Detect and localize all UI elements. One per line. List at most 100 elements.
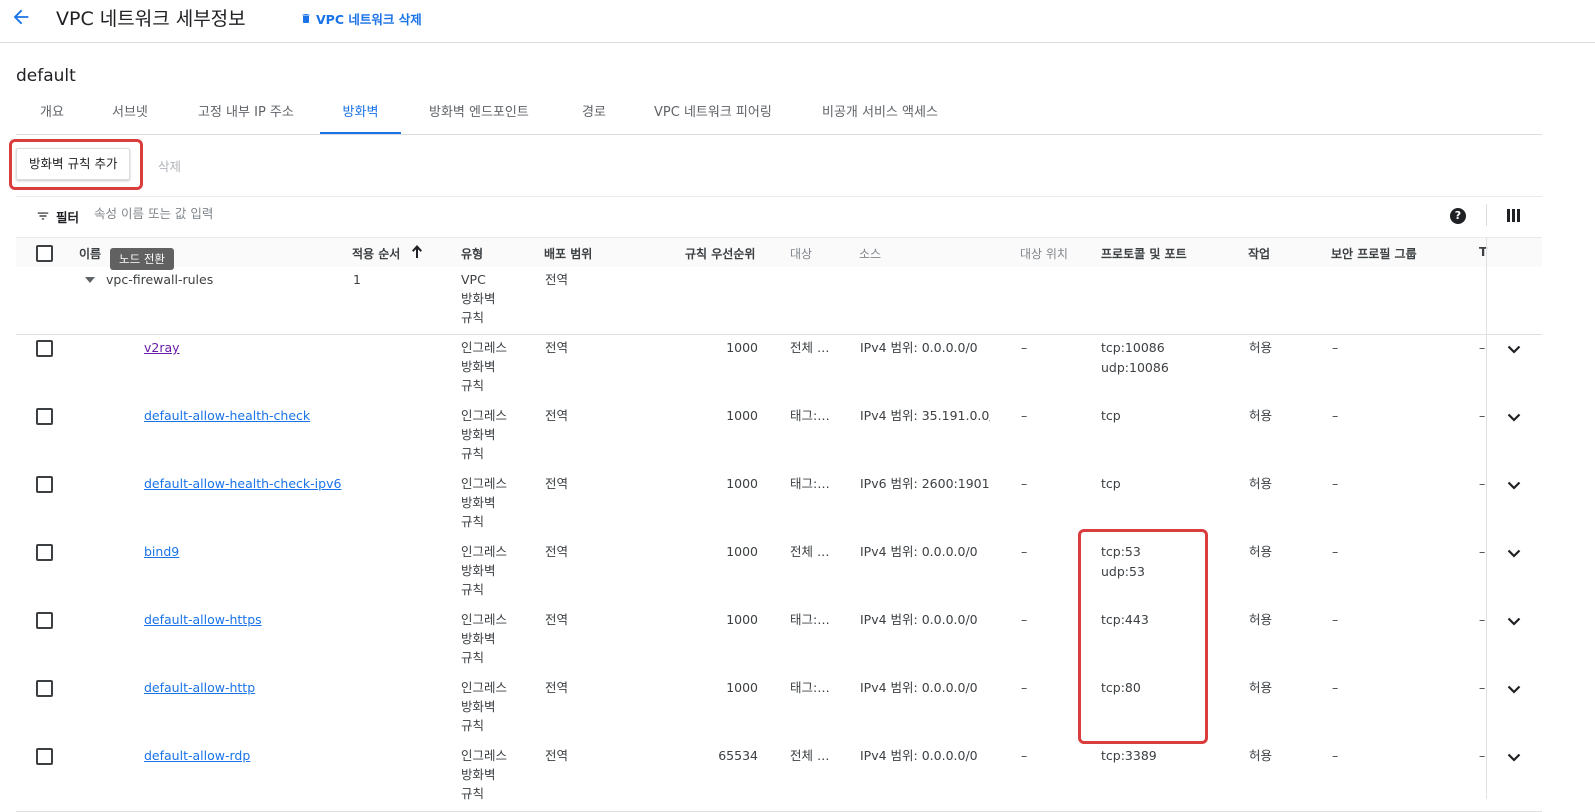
table-row[interactable]: default-allow-rdp 인그레스 방화벽 규칙 전역 65534 전체 … I… [16, 743, 1542, 812]
expand-row-chevron-icon[interactable] [1507, 412, 1521, 424]
rule-name-link[interactable]: default-allow-rdp [144, 746, 250, 765]
column-header-target[interactable]: 대상 [790, 245, 812, 262]
rule-name-link[interactable]: default-allow-http [144, 678, 255, 697]
column-header-priority[interactable]: 규칙 우선순위 [685, 245, 755, 262]
column-header-source[interactable]: 소스 [859, 245, 881, 262]
rule-scope: 전역 [545, 476, 569, 491]
help-icon[interactable]: ? [1450, 208, 1466, 224]
tab-firewall[interactable]: 방화벽 [320, 100, 401, 134]
table-row[interactable]: default-allow-http 인그레스 방화벽 규칙 전역 1000 태그:… I… [16, 675, 1542, 744]
rule-destination: – [1021, 544, 1028, 559]
row-checkbox[interactable] [36, 408, 53, 425]
row-checkbox[interactable] [36, 476, 53, 493]
column-header-protocols[interactable]: 프로토콜 및 포트 [1101, 245, 1187, 262]
rule-source: IPv6 범위: 2600:1901:8001::/48 [860, 476, 990, 491]
column-header-destination[interactable]: 대상 위치 [1020, 245, 1068, 262]
rule-destination: – [1021, 476, 1028, 491]
collapse-caret-icon[interactable] [84, 276, 96, 284]
table-row[interactable]: default-allow-https 인그레스 방화벽 규칙 전역 1000 태그:…… [16, 607, 1542, 676]
row-checkbox[interactable] [36, 680, 53, 697]
rule-action: 허용 [1249, 680, 1273, 695]
column-header-type[interactable]: 유형 [461, 245, 483, 262]
rule-name-link[interactable]: default-allow-https [144, 610, 262, 629]
back-arrow-icon[interactable] [10, 6, 32, 28]
row-checkbox[interactable] [36, 612, 53, 629]
rule-protocol: udp:10086 [1101, 360, 1169, 375]
rule-action: 허용 [1249, 544, 1273, 559]
rule-destination: – [1021, 680, 1028, 695]
row-checkbox[interactable] [36, 340, 53, 357]
add-firewall-rule-button[interactable]: 방화벽 규칙 추가 [16, 148, 131, 180]
sort-ascending-icon[interactable] [411, 244, 423, 259]
rule-scope: 전역 [545, 544, 569, 559]
delete-vpc-button[interactable]: VPC 네트워크 삭제 [300, 9, 422, 28]
expand-row-chevron-icon[interactable] [1507, 684, 1521, 696]
rule-type: 인그레스 방화벽 규칙 [461, 476, 508, 529]
table-row[interactable]: default-allow-health-check 인그레스 방화벽 규칙 전역 1… [16, 403, 1542, 472]
filter-label: 필터 [56, 210, 80, 225]
row-checkbox[interactable] [36, 748, 53, 765]
rule-name-link[interactable]: v2ray [144, 338, 180, 357]
rule-scope: 전역 [545, 340, 569, 355]
rule-priority: 1000 [726, 340, 758, 355]
rule-type: 인그레스 방화벽 규칙 [461, 612, 508, 665]
rule-protocol: udp:53 [1101, 564, 1145, 579]
tab-overview[interactable]: 개요 [36, 100, 68, 132]
divider [1486, 238, 1487, 799]
rule-security-profile-group: – [1332, 408, 1339, 423]
page-header: VPC 네트워크 세부정보 VPC 네트워크 삭제 [0, 0, 1595, 43]
rule-priority: 1000 [726, 476, 758, 491]
rule-protocol: tcp [1101, 476, 1121, 491]
column-header-security-profile-group[interactable]: 보안 프로필 그룹 [1331, 245, 1417, 262]
table-row[interactable]: default-allow-health-check-ipv6 인그레스 방화벽 … [16, 471, 1542, 540]
row-checkbox[interactable] [36, 544, 53, 561]
table-row[interactable]: bind9 인그레스 방화벽 규칙 전역 1000 전체 … IPv4 범위: 0.0.0… [16, 539, 1542, 608]
rule-target: 전체 … [790, 340, 830, 355]
rule-protocol: tcp:80 [1101, 680, 1141, 695]
tab-bar: 개요 서브넷 고정 내부 IP 주소 방화벽 방화벽 엔드포인트 경로 VPC … [16, 100, 1542, 135]
rule-target: 태그:… [790, 680, 830, 695]
filter-input[interactable] [94, 204, 494, 223]
tab-firewall-endpoints[interactable]: 방화벽 엔드포인트 [425, 100, 533, 132]
rule-target: 태그:… [790, 476, 830, 491]
column-display-icon[interactable] [1507, 209, 1520, 222]
rule-name-link[interactable]: bind9 [144, 542, 179, 561]
rule-security-profile-group: – [1332, 476, 1339, 491]
rule-priority: 1000 [726, 680, 758, 695]
rule-destination: – [1021, 408, 1028, 423]
tab-subnets[interactable]: 서브넷 [108, 100, 152, 132]
expand-row-chevron-icon[interactable] [1507, 752, 1521, 764]
rule-source: IPv4 범위: 0.0.0.0/0 [860, 340, 978, 355]
rule-action: 허용 [1249, 476, 1273, 491]
column-header-order[interactable]: 적용 순서 [352, 245, 400, 262]
rule-priority: 1000 [726, 408, 758, 423]
group-order: 1 [353, 272, 361, 287]
tab-vpc-peering[interactable]: VPC 네트워크 피어링 [650, 100, 776, 132]
rule-name-link[interactable]: default-allow-health-check-ipv6 [144, 474, 341, 493]
expand-row-chevron-icon[interactable] [1507, 480, 1521, 492]
select-all-checkbox[interactable] [36, 245, 53, 262]
rule-destination: – [1021, 340, 1028, 355]
rule-protocol: tcp [1101, 408, 1121, 423]
rule-action: 허용 [1249, 408, 1273, 423]
rule-name-link[interactable]: default-allow-health-check [144, 406, 310, 425]
rule-priority: 1000 [726, 612, 758, 627]
expand-row-chevron-icon[interactable] [1507, 616, 1521, 628]
rule-source: IPv4 범위: 0.0.0.0/0 [860, 544, 978, 559]
table-row[interactable]: v2ray 인그레스 방화벽 규칙 전역 1000 전체 … IPv4 범위: 0.0.0… [16, 335, 1542, 404]
rule-type: 인그레스 방화벽 규칙 [461, 748, 508, 801]
filter-icon[interactable] [36, 209, 50, 223]
column-header-name[interactable]: 이름 [79, 245, 101, 262]
tab-private-service-access[interactable]: 비공개 서비스 액세스 [818, 100, 942, 132]
tab-static-internal-ip[interactable]: 고정 내부 IP 주소 [194, 100, 298, 132]
tab-routes[interactable]: 경로 [578, 100, 610, 132]
rule-protocol: tcp:3389 [1101, 748, 1157, 763]
column-header-action[interactable]: 작업 [1248, 245, 1270, 262]
rule-scope: 전역 [545, 748, 569, 763]
expand-row-chevron-icon[interactable] [1507, 344, 1521, 356]
expand-row-chevron-icon[interactable] [1507, 548, 1521, 560]
column-header-scope[interactable]: 배포 범위 [544, 245, 592, 262]
rule-target: 전체 … [790, 748, 830, 763]
rule-source: IPv4 범위: 35.191.0.0/16 [860, 408, 990, 423]
rule-destination: – [1021, 612, 1028, 627]
